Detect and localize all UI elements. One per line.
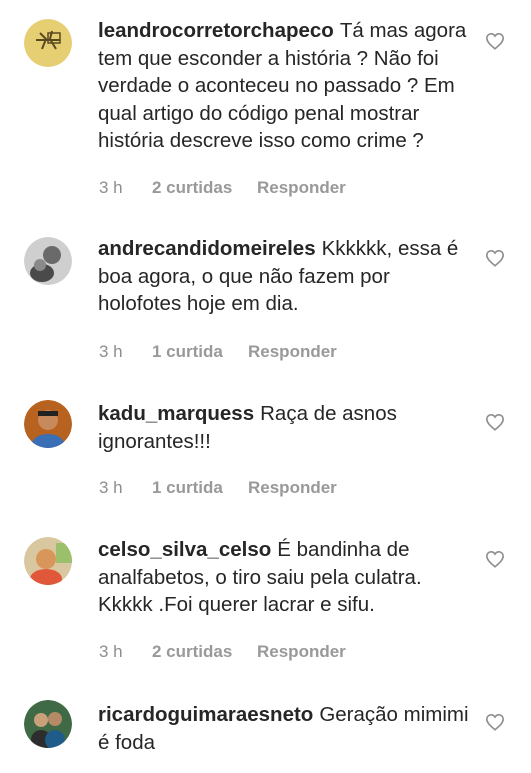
comment-username[interactable]: kadu_marquess <box>98 402 254 425</box>
heart-outline-icon[interactable] <box>485 249 505 267</box>
avatar[interactable] <box>24 19 72 67</box>
comment-likes[interactable]: 1 curtida <box>152 478 223 498</box>
comment-username[interactable]: ricardoguimaraesneto <box>98 703 313 726</box>
heart-outline-icon[interactable] <box>485 550 505 568</box>
comment-username[interactable]: celso_silva_celso <box>98 538 271 561</box>
avatar[interactable] <box>24 400 72 448</box>
comment-time: 3 h <box>99 178 123 197</box>
comment-username[interactable]: leandrocorretorchapeco <box>98 19 334 42</box>
comment-body: celso_silva_celso É bandinha de analfabet… <box>98 536 470 619</box>
comment-time: 3 h <box>99 478 123 497</box>
avatar[interactable] <box>24 537 72 585</box>
heart-outline-icon[interactable] <box>485 413 505 431</box>
comment-likes[interactable]: 1 curtida <box>152 342 223 362</box>
reply-button[interactable]: Responder <box>257 178 346 198</box>
heart-outline-icon[interactable] <box>485 32 505 50</box>
avatar[interactable] <box>24 700 72 748</box>
comment-likes[interactable]: 2 curtidas <box>152 178 232 198</box>
avatar[interactable] <box>24 237 72 285</box>
comment-username[interactable]: andrecandidomeireles <box>98 237 316 260</box>
comment-body: andrecandidomeireles Kkkkkk, essa é boa a… <box>98 235 470 318</box>
heart-outline-icon[interactable] <box>485 713 505 731</box>
reply-button[interactable]: Responder <box>248 342 337 362</box>
comment-time: 3 h <box>99 342 123 361</box>
comment-body: ricardoguimaraesneto Geração mimimi é fod… <box>98 701 470 756</box>
reply-button[interactable]: Responder <box>257 642 346 662</box>
comment-time: 3 h <box>99 642 123 661</box>
reply-button[interactable]: Responder <box>248 478 337 498</box>
comment-likes[interactable]: 2 curtidas <box>152 642 232 662</box>
comment-body: leandrocorretorchapeco Tá mas agora tem q… <box>98 17 470 155</box>
comment-body: kadu_marquess Raça de asnos ignorantes!!! <box>98 400 470 455</box>
